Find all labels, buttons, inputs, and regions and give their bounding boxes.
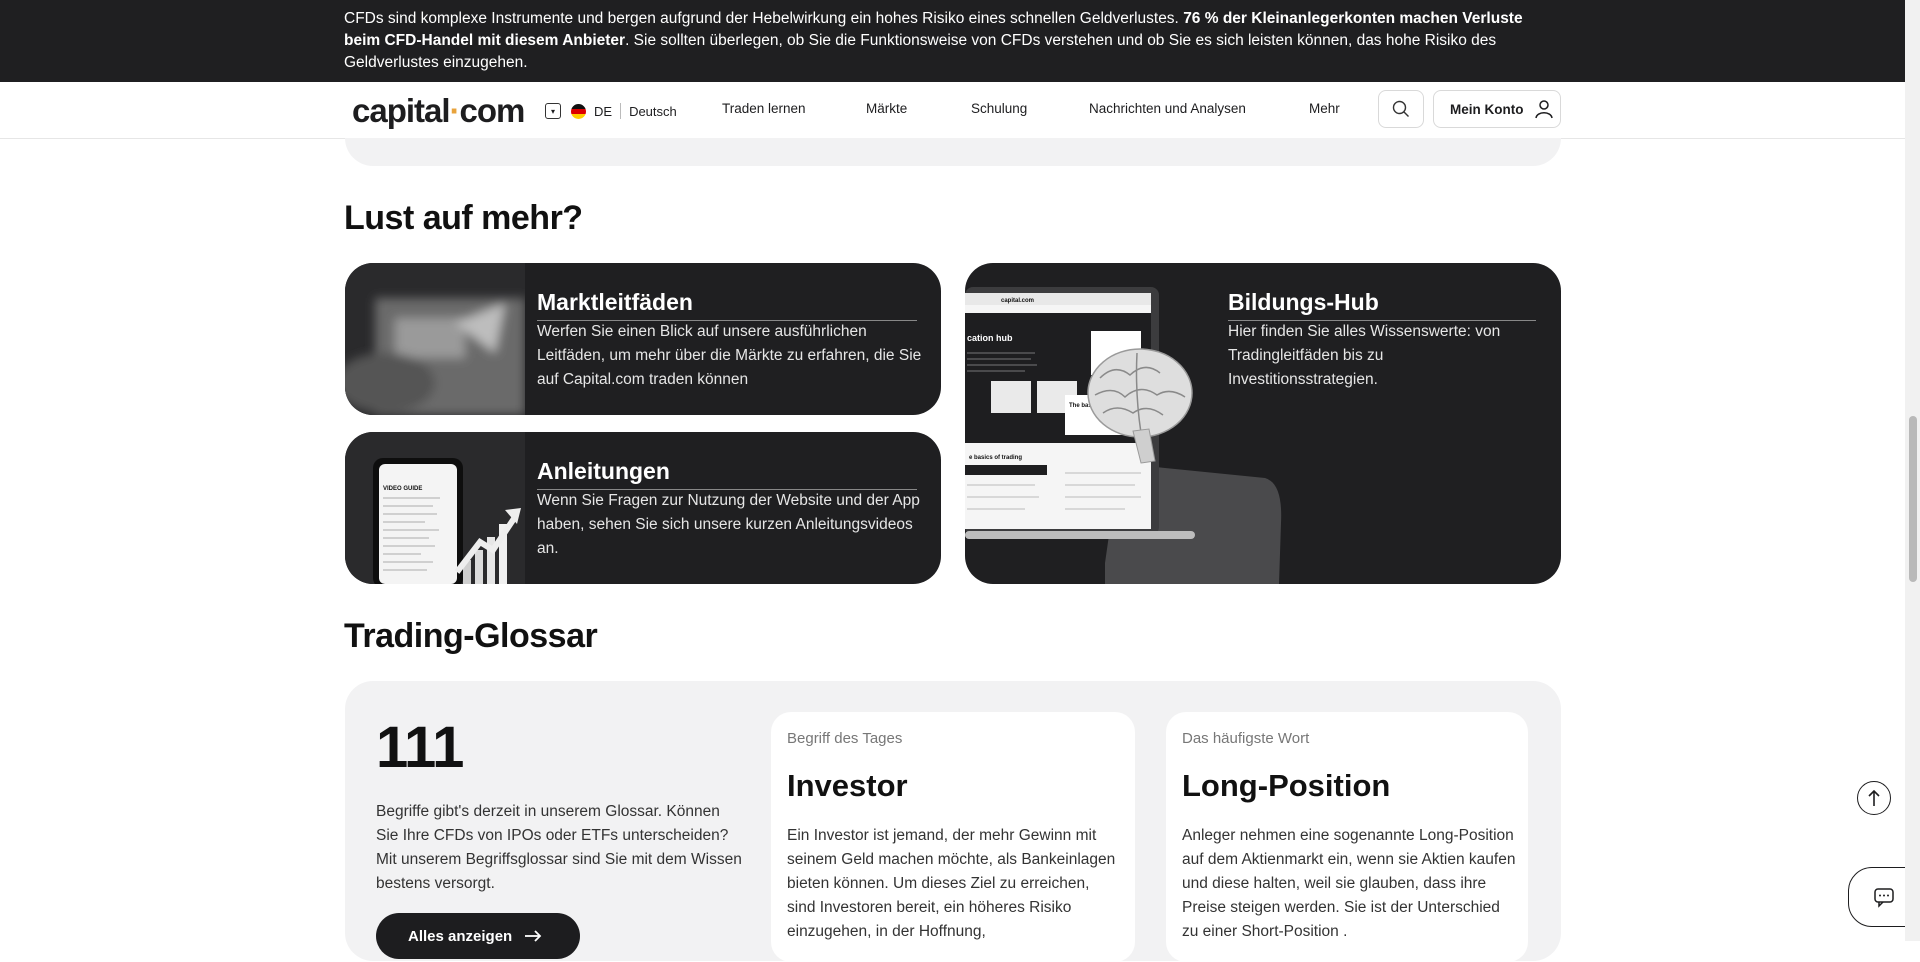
screen-basics-label: e basics of trading: [969, 455, 1022, 461]
market-guides-image: [345, 263, 525, 415]
chat-icon: [1874, 888, 1894, 908]
nav-traden-lernen[interactable]: Traden lernen: [722, 101, 806, 116]
card-tutorials[interactable]: VIDEO GUIDE Anleitungen Wenn Sie Fragen …: [345, 432, 941, 584]
term-of-the-day-card[interactable]: Begriff des Tages Investor Ein Investor …: [771, 712, 1135, 962]
card-description: Hier finden Sie alles Wissenswerte: von …: [1228, 323, 1501, 388]
divider: [620, 103, 622, 119]
chevron-down-icon: ▾: [545, 103, 561, 119]
term-kicker: Begriff des Tages: [787, 730, 903, 747]
nav-mehr[interactable]: Mehr: [1309, 101, 1340, 116]
logo-dot: ·: [449, 92, 461, 129]
nav-schulung[interactable]: Schulung: [971, 101, 1027, 116]
glossary-count: 111: [376, 715, 464, 780]
card-education-hub[interactable]: capital.com cation hub The basics in 7 s…: [965, 263, 1561, 584]
arrow-right-icon: [525, 930, 542, 942]
card-market-guides[interactable]: Marktleitfäden Werfen Sie einen Blick au…: [345, 263, 941, 415]
show-all-label: Alles anzeigen: [408, 927, 513, 945]
term-title: Long-Position: [1182, 768, 1391, 803]
card-title: Anleitungen: [537, 458, 917, 490]
more-section-heading: Lust auf mehr?: [344, 199, 583, 237]
logo-text: capital: [352, 92, 451, 129]
page-scrollbar[interactable]: [1905, 0, 1920, 941]
term-text: Anleger nehmen eine sogenannte Long-Posi…: [1182, 827, 1516, 940]
previous-section-panel: [345, 138, 1561, 166]
nav-maerkte[interactable]: Märkte: [866, 101, 907, 116]
screen-site-label: capital.com: [1001, 298, 1034, 304]
language-name: Deutsch: [629, 103, 677, 119]
my-account-button[interactable]: Mein Konto: [1433, 90, 1561, 128]
scrollbar-thumb[interactable]: [1909, 416, 1917, 582]
video-guide-label: VIDEO GUIDE: [383, 486, 422, 492]
scroll-to-top-button[interactable]: [1857, 781, 1891, 815]
risk-text-part: CFDs sind komplexe Instrumente und berge…: [344, 10, 1184, 27]
screen-hub-label: cation hub: [967, 333, 1013, 343]
flag-de-icon: [571, 103, 586, 119]
card-title: Bildungs-Hub: [1228, 289, 1536, 321]
nav-nachrichten-analysen[interactable]: Nachrichten und Analysen: [1089, 101, 1246, 116]
search-button[interactable]: [1378, 90, 1424, 128]
term-text: Ein Investor ist jemand, der mehr Gewinn…: [787, 827, 1116, 940]
card-title: Marktleitfäden: [537, 289, 917, 321]
risk-warning-text: CFDs sind komplexe Instrumente und berge…: [344, 8, 1559, 74]
tutorials-image: VIDEO GUIDE: [345, 432, 525, 584]
glossary-heading: Trading-Glossar: [344, 617, 598, 655]
logo-text: com: [459, 92, 526, 129]
risk-warning-banner: CFDs sind komplexe Instrumente und berge…: [0, 0, 1905, 82]
most-frequent-word-card[interactable]: Das häufigste Wort Long-Position Anleger…: [1166, 712, 1528, 962]
card-description: Werfen Sie einen Blick auf unsere ausfüh…: [537, 323, 922, 388]
capital-logo[interactable]: capital·com: [352, 92, 526, 130]
search-icon: [1392, 100, 1409, 117]
show-all-button[interactable]: Alles anzeigen: [376, 913, 580, 959]
site-header: capital·com ▾ DE Deutsch Traden lernen M…: [0, 82, 1905, 139]
glossary-description: Begriffe gibt's derzeit in unserem Gloss…: [376, 803, 742, 892]
account-label: Mein Konto: [1450, 101, 1524, 117]
term-kicker: Das häufigste Wort: [1182, 730, 1310, 747]
card-description: Wenn Sie Fragen zur Nutzung der Website …: [537, 492, 920, 557]
arrow-up-icon: [1868, 789, 1880, 806]
language-code: DE: [594, 103, 613, 119]
term-title: Investor: [787, 768, 908, 803]
language-selector[interactable]: ▾ DE Deutsch: [545, 100, 677, 122]
user-icon: [1534, 100, 1553, 119]
